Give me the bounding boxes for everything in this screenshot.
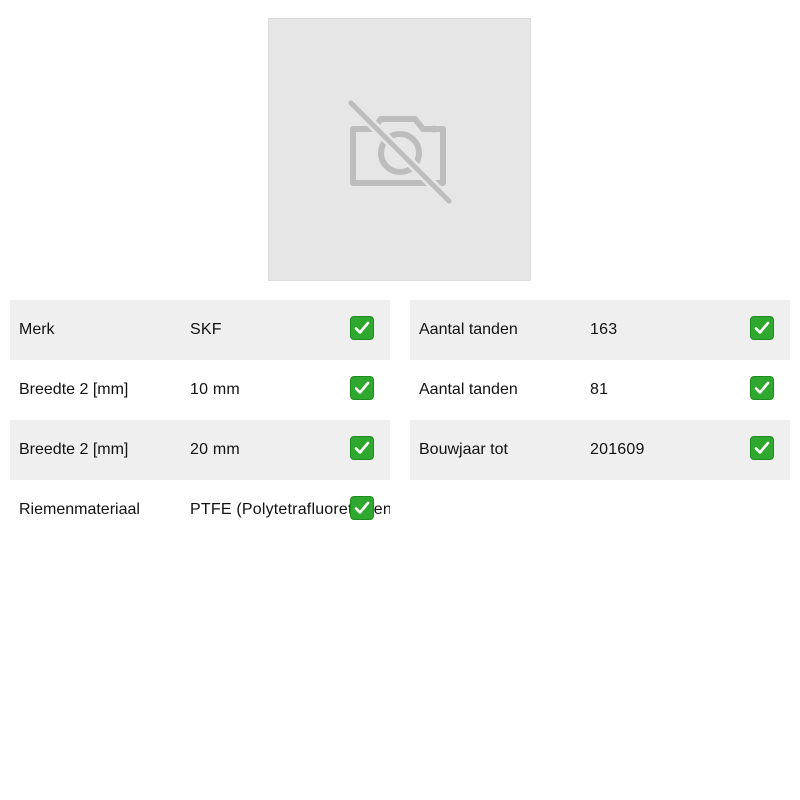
product-image-placeholder [268,18,531,281]
spec-value: 20 mm [190,441,240,458]
spec-row: Aantal tanden 81 [410,360,790,420]
spec-value: 81 [590,381,609,398]
spec-row: Riemenmateriaal PTFE (Polytetrafluorethy… [10,480,390,540]
checkmark-icon [750,436,774,460]
checkmark-icon [350,316,374,340]
spec-label: Merk [19,321,55,338]
product-spec-page: Merk SKF Breedte 2 [mm] 10 mm Breedte 2 … [0,0,800,800]
spec-row: Aantal tanden 163 [410,300,790,360]
spec-label: Breedte 2 [mm] [19,381,129,398]
checkmark-icon [750,316,774,340]
checkmark-icon [350,436,374,460]
spec-value: 163 [590,321,618,338]
spec-value: SKF [190,321,222,338]
spec-label: Bouwjaar tot [419,441,508,458]
spec-row: Bouwjaar tot 201609 [410,420,790,480]
checkmark-icon [750,376,774,400]
spec-table-right: Aantal tanden 163 Aantal tanden 81 Bouwj… [410,300,790,480]
spec-table-left: Merk SKF Breedte 2 [mm] 10 mm Breedte 2 … [10,300,390,540]
spec-value: 10 mm [190,381,240,398]
spec-value: 201609 [590,441,645,458]
checkmark-icon [350,496,374,520]
spec-label: Aantal tanden [419,381,518,398]
spec-row: Merk SKF [10,300,390,360]
spec-label: Riemenmateriaal [19,501,140,518]
spec-row: Breedte 2 [mm] 20 mm [10,420,390,480]
checkmark-icon [350,376,374,400]
spec-row: Breedte 2 [mm] 10 mm [10,360,390,420]
no-photo-icon [347,99,453,205]
spec-label: Aantal tanden [419,321,518,338]
spec-label: Breedte 2 [mm] [19,441,129,458]
